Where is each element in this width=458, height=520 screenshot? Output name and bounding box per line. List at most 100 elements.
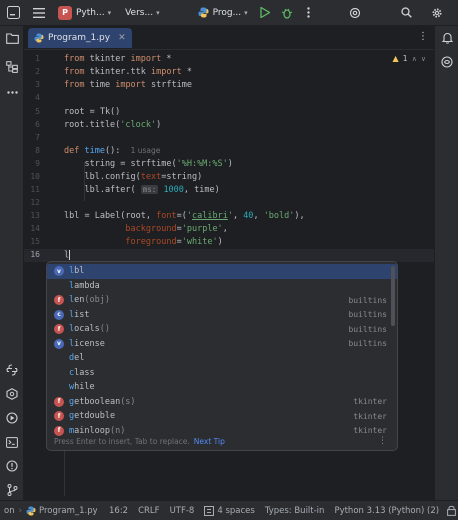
param-inlay-hint: ms: (140, 185, 159, 194)
settings-gear-icon[interactable] (428, 4, 446, 22)
tab-label: Program_1.py (48, 32, 111, 43)
chevron-down-icon: ▾ (156, 8, 160, 17)
code-completion-popup[interactable]: v lbl lambda f len(obj) builtins c list builtins… (46, 261, 398, 451)
function-icon: f (54, 324, 64, 335)
completion-item[interactable]: f getboolean(s) tkinter (47, 395, 397, 410)
search-everywhere-icon[interactable] (398, 4, 416, 22)
completion-item-source: builtins (348, 339, 387, 349)
completion-item-rest: el (74, 353, 85, 364)
title-bar: P Pyth... ▾ Vers... ▾ Prog... ▾ (0, 0, 458, 26)
project-badge: P (58, 5, 72, 20)
status-types[interactable]: Types: Built-in (265, 506, 325, 516)
completion-item-label: lambda (69, 281, 100, 291)
status-file[interactable]: Program_1.py (39, 506, 97, 516)
lock-icon[interactable] (447, 505, 456, 516)
more-actions-icon[interactable] (300, 4, 318, 22)
structure-icon[interactable] (4, 59, 20, 75)
warning-count: 1 (402, 54, 408, 63)
completion-item-label: lbl (69, 266, 84, 276)
terminal-icon[interactable] (4, 434, 20, 450)
text-caret (69, 250, 71, 260)
run-config-selector[interactable]: Prog... ▾ (198, 7, 248, 18)
line-number: 4 (35, 93, 40, 102)
code-line-8: def time(): 1 usage (64, 146, 161, 156)
code-line-15: foreground='white') (125, 237, 223, 247)
function-icon: f (54, 295, 64, 306)
ai-assistant-icon[interactable] (439, 54, 455, 70)
code-line-5: root = Tk() (64, 107, 121, 117)
chevron-down-icon: ▾ (107, 8, 112, 17)
completion-item[interactable]: while (47, 380, 397, 395)
completion-item[interactable]: lambda (47, 279, 397, 294)
line-number: 15 (30, 237, 40, 246)
status-caret-position[interactable]: 16:2 (109, 506, 128, 516)
more-options-icon[interactable]: ⋮ (378, 436, 387, 446)
tab-options-icon[interactable]: ⋮ (418, 31, 428, 42)
run-tool-icon[interactable] (4, 410, 20, 426)
line-number: 14 (30, 224, 40, 233)
app-logo-icon[interactable] (4, 4, 22, 22)
completion-item-args: (s) (120, 396, 136, 407)
completion-item[interactable]: f len(obj) builtins (47, 293, 397, 308)
completion-item[interactable]: del (47, 351, 397, 366)
completion-item-rest: etboolean (74, 396, 121, 407)
completion-item[interactable]: v lbl (47, 264, 397, 279)
main-menu-icon[interactable] (30, 4, 48, 22)
completion-item-rest: lass (74, 367, 95, 378)
code-line-13: lbl = Label(root, font=('calibri', 40, '… (64, 211, 305, 221)
completion-item-label: locals() (69, 324, 110, 334)
completion-item[interactable]: class (47, 366, 397, 381)
code-line-9: string = strftime('%H:%M:%S') (64, 159, 233, 169)
completion-item-args: () (99, 324, 110, 335)
close-icon[interactable]: ✕ (118, 33, 126, 43)
code-line-1: from tkinter import * (64, 54, 172, 64)
problems-icon[interactable] (4, 458, 20, 474)
tab-program-1[interactable]: Program_1.py ✕ (28, 27, 132, 48)
status-encoding[interactable]: UTF-8 (170, 506, 195, 516)
more-tools-icon[interactable] (4, 84, 20, 100)
indent-icon (204, 505, 215, 516)
completion-item[interactable]: v license builtins (47, 337, 397, 352)
python-packages-icon[interactable] (4, 362, 20, 378)
warning-icon: ▲ (392, 54, 399, 63)
completion-item-rest: ambda (74, 280, 100, 291)
vcs-selector[interactable]: Vers... ▾ (125, 8, 159, 18)
completion-item-label: getdouble (69, 411, 115, 421)
code-line-11: lbl.after( ms: 1000, time) (64, 185, 220, 195)
completion-item-rest: ist (74, 309, 90, 320)
code-with-me-icon[interactable] (346, 4, 364, 22)
chevron-down-icon: ∨ (420, 54, 426, 63)
completion-item-rest: ocals (74, 324, 100, 335)
usage-hint[interactable]: 1 usage (131, 146, 161, 155)
project-selector[interactable]: P Pyth... ▾ (58, 5, 112, 20)
chevron-down-icon: ▾ (244, 8, 248, 17)
popup-scrollbar[interactable] (391, 266, 395, 326)
python-file-icon (26, 506, 36, 515)
project-folder-icon[interactable] (4, 30, 20, 46)
run-icon[interactable] (256, 4, 274, 22)
status-interpreter[interactable]: Python 3.13 (Python) (2) (334, 506, 439, 516)
completion-item[interactable]: f getdouble tkinter (47, 409, 397, 424)
debug-icon[interactable] (278, 4, 296, 22)
inspection-widget[interactable]: ▲ 1 ∧ ∨ (393, 54, 427, 63)
code-line-14: background='purple', (125, 224, 228, 234)
status-indent[interactable]: 4 spaces (217, 506, 254, 516)
completion-item-rest: hile (74, 382, 95, 393)
vcs-label: Vers... (125, 7, 154, 18)
completion-hint: Press Enter to insert, Tab to replace. (54, 436, 190, 446)
status-project[interactable]: on (4, 506, 15, 516)
class-icon: c (54, 309, 64, 320)
version-control-icon[interactable] (4, 482, 20, 498)
next-tip-link[interactable]: Next Tip (194, 437, 225, 446)
line-number: 7 (35, 133, 40, 142)
completion-item[interactable]: c list builtins (47, 308, 397, 323)
completion-item[interactable]: f locals() builtins (47, 322, 397, 337)
line-number: 1 (35, 54, 40, 63)
services-icon[interactable] (4, 386, 20, 402)
line-number: 6 (35, 120, 40, 129)
status-line-separator[interactable]: CRLF (138, 506, 159, 516)
notifications-bell-icon[interactable] (439, 30, 455, 46)
completion-item-rest: bl (74, 266, 85, 277)
completion-footer: Press Enter to insert, Tab to replace. N… (47, 432, 397, 450)
keyword-icon (54, 353, 64, 363)
